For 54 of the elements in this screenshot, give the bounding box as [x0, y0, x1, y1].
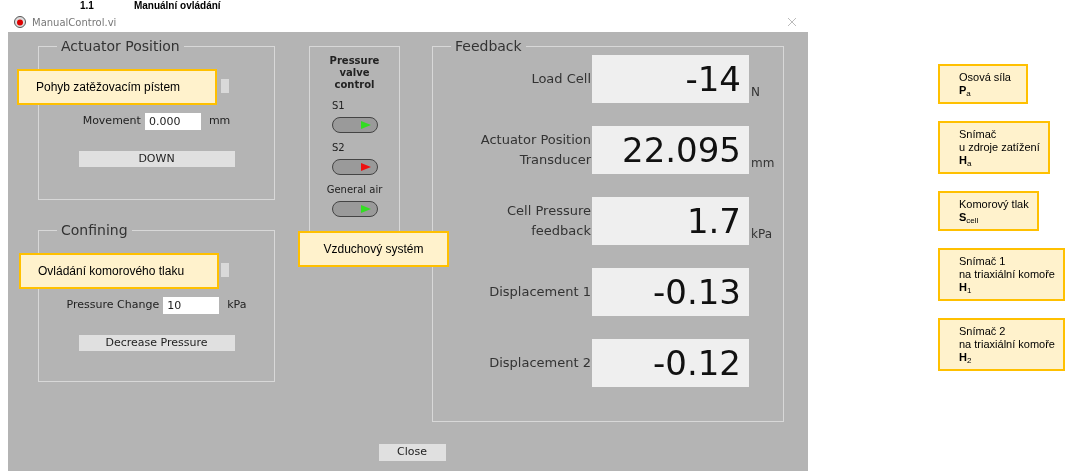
note-text: Komorový tlak: [959, 198, 1029, 211]
note-text: Snímač 2: [959, 325, 1007, 338]
note-text: u zdroje zatížení: [959, 141, 1040, 154]
valve-panel-title: Pressure valve control: [328, 55, 381, 91]
note-symbol: H$_{1}$: [959, 281, 973, 294]
callout-note: Ovládání komorového tlaku: [19, 253, 219, 289]
note-symbol: S$_{cell}$: [959, 211, 980, 224]
readout-display: 1.7: [592, 197, 749, 245]
down-button[interactable]: DOWN: [78, 151, 235, 167]
readout-label: Actuator Position: [480, 131, 591, 149]
readout-label: Displacement 2: [489, 354, 591, 372]
note-text: na triaxiální komoře: [959, 338, 1055, 351]
decrease-pressure-button[interactable]: Decrease Pressure: [78, 335, 235, 351]
readout-label: Load Cell: [531, 70, 591, 88]
note-text: Snímač 1: [959, 255, 1007, 268]
section-number: 1.1: [80, 0, 94, 11]
field-label: Movement: [82, 113, 141, 130]
unit-label: mm: [208, 113, 231, 130]
note-text: Osová síla: [959, 71, 1012, 84]
readout-label: Transducer: [519, 151, 591, 169]
note-symbol: P$_{a}$: [959, 84, 972, 97]
readout-display: 22.095: [592, 126, 749, 174]
toggle-control[interactable]: [221, 79, 229, 93]
group-title: Confining: [57, 221, 132, 239]
readout-display: -0.13: [592, 268, 749, 316]
readout-display: -0.12: [592, 339, 749, 387]
valve-label: S1: [332, 99, 346, 113]
valve-switch[interactable]: [332, 117, 378, 133]
readout-label: Displacement 1: [489, 283, 591, 301]
unit-label: kPa: [751, 226, 772, 243]
toggle-control[interactable]: [221, 263, 229, 277]
app-icon: [14, 16, 26, 28]
readout-label: feedback: [531, 222, 591, 240]
close-button[interactable]: Close: [378, 444, 446, 461]
readout-label: Cell Pressure: [507, 202, 591, 220]
note-text: na triaxiální komoře: [959, 268, 1055, 281]
valve-label: S2: [332, 141, 346, 155]
input-field[interactable]: 10: [163, 297, 220, 314]
note-text: Snímač: [959, 128, 998, 141]
window-title: ManualControl.vi: [32, 15, 117, 30]
note-symbol: H$_{a}$: [959, 154, 973, 167]
unit-label: N: [751, 84, 760, 101]
callout-note: Vzduchový systém: [298, 231, 449, 267]
field-label: Pressure Change: [66, 297, 160, 314]
valve-switch[interactable]: [332, 201, 378, 217]
unit-label: mm: [751, 155, 775, 172]
input-field[interactable]: 0.000: [144, 113, 201, 130]
section-heading: Manuální ovládání: [133, 0, 221, 11]
unit-label: kPa: [227, 297, 247, 314]
readout-display: -14: [592, 55, 749, 103]
note-symbol: H$_{2}$: [959, 351, 973, 364]
valve-switch[interactable]: [332, 159, 378, 175]
callout-note: Pohyb zatěžovacím pístem: [17, 69, 217, 105]
valve-label: General air: [326, 183, 383, 197]
